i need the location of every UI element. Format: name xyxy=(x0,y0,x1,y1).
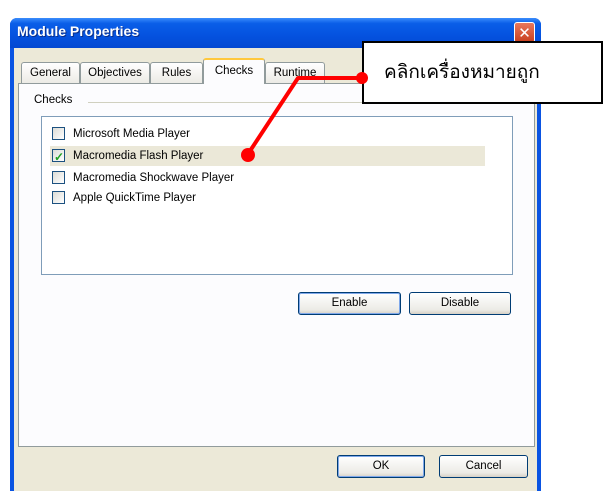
list-item[interactable]: Apple QuickTime Player xyxy=(50,188,485,208)
checks-listbox[interactable]: Microsoft Media Player ✓ Macromedia Flas… xyxy=(41,116,513,275)
checkbox-macromedia-shockwave-player[interactable] xyxy=(52,171,65,184)
list-item-label: Microsoft Media Player xyxy=(73,128,190,140)
list-item[interactable]: ✓ Macromedia Flash Player xyxy=(50,146,485,166)
window-title: Module Properties xyxy=(17,23,140,39)
list-item-label: Apple QuickTime Player xyxy=(73,192,196,204)
tab-runtime-label: Runtime xyxy=(273,67,317,79)
close-icon: ✕ xyxy=(518,24,531,42)
list-item-label: Macromedia Flash Player xyxy=(73,150,204,162)
tab-general-label: General xyxy=(30,67,71,79)
tab-checks-label: Checks xyxy=(214,65,254,77)
tab-general[interactable]: General xyxy=(21,62,80,83)
tab-rules[interactable]: Rules xyxy=(150,62,203,83)
disable-button[interactable]: Disable xyxy=(409,292,511,315)
instruction-callout: คลิกเครื่องหมายถูก xyxy=(362,41,603,104)
enable-button[interactable]: Enable xyxy=(298,292,401,315)
tab-runtime[interactable]: Runtime xyxy=(265,62,325,83)
tab-objectives-label: Objectives xyxy=(88,67,142,79)
cancel-button[interactable]: Cancel xyxy=(439,455,528,478)
tab-rules-label: Rules xyxy=(161,67,192,79)
tab-checks[interactable]: Checks xyxy=(203,58,265,84)
list-item[interactable]: Macromedia Shockwave Player xyxy=(50,168,485,188)
checkbox-microsoft-media-player[interactable] xyxy=(52,127,65,140)
checks-group-label: Checks xyxy=(34,94,77,106)
checkbox-apple-quicktime-player[interactable] xyxy=(52,191,65,204)
checkmark-icon: ✓ xyxy=(54,150,65,164)
close-button[interactable]: ✕ xyxy=(514,22,535,43)
list-item[interactable]: Microsoft Media Player xyxy=(50,124,485,144)
list-item-label: Macromedia Shockwave Player xyxy=(73,172,235,184)
ok-button[interactable]: OK xyxy=(337,455,425,478)
callout-text: คลิกเครื่องหมายถูก xyxy=(384,61,540,83)
tab-objectives[interactable]: Objectives xyxy=(80,62,150,83)
checkbox-macromedia-flash-player[interactable]: ✓ xyxy=(52,149,65,164)
